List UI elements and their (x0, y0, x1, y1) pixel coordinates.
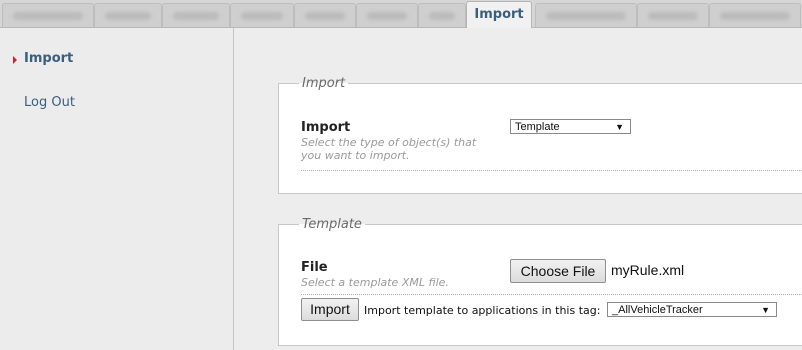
choose-file-button[interactable]: Choose File (510, 259, 606, 283)
sidebar-item-log-out[interactable]: Log Out (24, 95, 75, 110)
tab-blurred-2[interactable] (94, 3, 162, 27)
tab-blurred-4[interactable] (230, 3, 294, 27)
tab-import[interactable]: Import (466, 1, 532, 29)
import-type-label: Import (301, 120, 351, 135)
sidebar (0, 28, 234, 350)
triangle-right-icon (13, 56, 17, 64)
caret-down-icon: ▼ (761, 305, 770, 315)
import-type-help: Select the type of object(s) that you wa… (301, 136, 477, 162)
import-fieldset: Import (278, 76, 802, 194)
tab-blurred-5[interactable] (294, 3, 356, 27)
tab-blurred-7[interactable] (418, 3, 466, 27)
template-legend: Template (302, 217, 362, 232)
tab-blurred-1[interactable] (2, 3, 94, 27)
import-button[interactable]: Import (301, 298, 359, 321)
import-type-select[interactable]: Template ▼ (510, 119, 631, 134)
tab-blurred-8[interactable] (535, 3, 637, 27)
import-type-select-value: Template (515, 121, 560, 133)
tab-blurred-3[interactable] (162, 3, 230, 27)
file-name: myRule.xml (611, 262, 685, 278)
tag-select-value: _AllVehicleTracker (612, 304, 703, 316)
file-label: File (301, 260, 328, 275)
tab-blurred-9[interactable] (637, 3, 709, 27)
import-legend: Import (302, 76, 346, 91)
file-help: Select a template XML file. (301, 276, 449, 289)
tab-blurred-10[interactable] (709, 3, 801, 27)
tab-blurred-6[interactable] (356, 3, 418, 27)
tag-prompt: Import template to applications in this … (364, 304, 601, 317)
import-divider (301, 170, 802, 171)
tab-import-label: Import (474, 7, 524, 22)
sidebar-item-import[interactable]: Import (24, 51, 73, 66)
caret-down-icon: ▼ (615, 122, 624, 132)
file-divider (301, 294, 802, 295)
tag-select[interactable]: _AllVehicleTracker ▼ (607, 302, 777, 317)
tab-bar: Import (0, 0, 802, 29)
